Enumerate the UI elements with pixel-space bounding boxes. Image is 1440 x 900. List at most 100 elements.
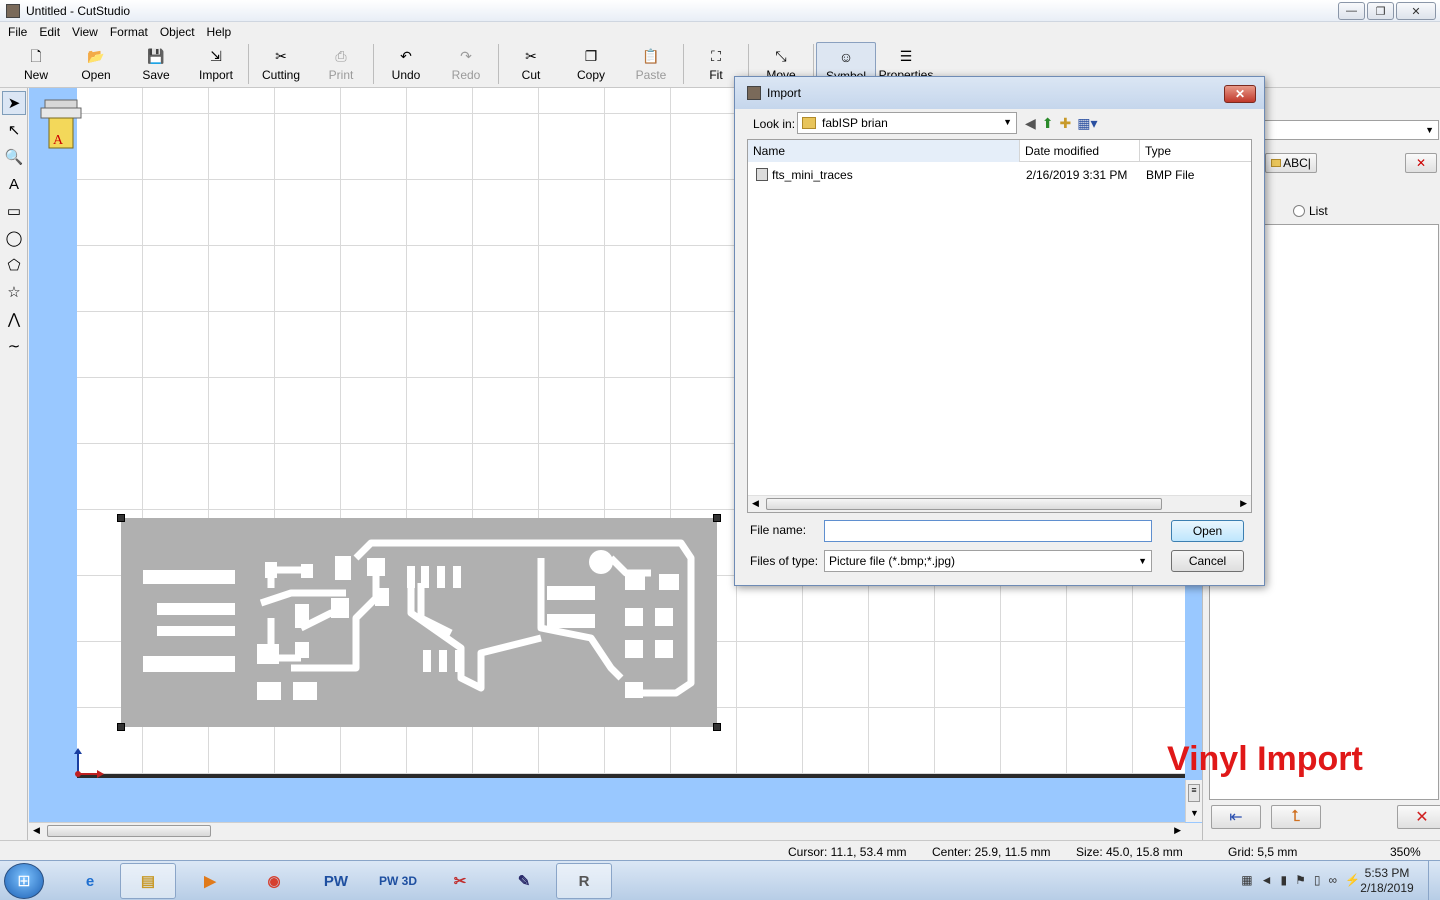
menu-edit[interactable]: Edit	[33, 25, 66, 39]
ellipse-tool-icon[interactable]: ◯	[2, 226, 26, 250]
symbol-category-dropdown[interactable]: ▼	[1263, 120, 1439, 140]
edit-node-icon[interactable]: ↖	[2, 118, 26, 142]
file-list-scroll-thumb[interactable]	[766, 498, 1162, 510]
delete-symbol-button[interactable]: ✕	[1405, 153, 1437, 173]
file-name-input[interactable]	[824, 520, 1152, 542]
up-folder-icon[interactable]: ⬆	[1042, 115, 1054, 132]
window-title: Untitled - CutStudio	[26, 3, 131, 18]
text-symbol-button[interactable]: ABC|	[1265, 153, 1317, 173]
list-item[interactable]: fts_mini_traces 2/16/2019 3:31 PM BMP Fi…	[748, 166, 1251, 184]
move-icon: ⤡	[775, 48, 787, 64]
text-tool-icon[interactable]: A	[2, 172, 26, 196]
internet-explorer-icon[interactable]: e	[62, 863, 118, 899]
window-titlebar: Untitled - CutStudio — ❐ ✕	[0, 0, 1440, 22]
curve-tool-icon[interactable]: ∼	[2, 334, 26, 358]
dialog-close-button[interactable]: ✕	[1224, 85, 1256, 103]
toolbar-separator	[498, 44, 499, 84]
minimize-button[interactable]: —	[1338, 2, 1365, 20]
column-name[interactable]: Name	[748, 140, 1020, 162]
folder-icon	[1271, 159, 1282, 167]
toolbar-label: Copy	[576, 68, 605, 82]
toolbar-separator	[248, 44, 249, 84]
signal-icon[interactable]: ▮	[1281, 873, 1288, 887]
notes-app-icon[interactable]: ✎	[496, 863, 552, 899]
open-button[interactable]: 📂 Open	[66, 42, 126, 86]
save-button[interactable]: 💾 Save	[126, 42, 186, 86]
remove-symbol-button[interactable]: ✕	[1397, 805, 1440, 829]
fit-icon: ⛶	[711, 48, 721, 64]
polygon-tool-icon[interactable]: ⬠	[2, 253, 26, 277]
save-disk-icon: 💾	[147, 48, 165, 64]
sync-icon[interactable]: ∞	[1328, 873, 1337, 887]
column-type[interactable]: Type	[1140, 140, 1251, 162]
file-list[interactable]: Name Date modified Type fts_mini_traces …	[747, 139, 1252, 513]
rectangle-tool-icon[interactable]: ▭	[2, 199, 26, 223]
select-arrow-icon[interactable]: ➤	[2, 91, 26, 115]
menu-object[interactable]: Object	[154, 25, 201, 39]
view-menu-icon[interactable]: ▦▾	[1077, 115, 1097, 132]
redo-button[interactable]: ↷ Redo	[436, 42, 496, 86]
print-button[interactable]: ⎙ Print	[311, 42, 371, 86]
file-name: fts_mini_traces	[772, 168, 853, 182]
copy-button[interactable]: ❐ Copy	[561, 42, 621, 86]
media-player-icon[interactable]: ▶	[182, 863, 238, 899]
show-desktop-button[interactable]	[1428, 861, 1440, 900]
cut-button[interactable]: ✂ Cut	[501, 42, 561, 86]
toolbar-separator	[683, 44, 684, 84]
zoom-icon[interactable]: 🔍	[2, 145, 26, 169]
insert-symbol-button[interactable]: ⇤	[1211, 805, 1261, 829]
pw-app-icon[interactable]: PW	[308, 863, 364, 899]
volume-icon[interactable]: ◄	[1261, 873, 1273, 887]
new-button[interactable]: 🗋 New	[6, 42, 66, 86]
cutting-button[interactable]: ✂ Cutting	[251, 42, 311, 86]
selection-handle-bottom-left[interactable]	[117, 723, 125, 731]
open-button[interactable]: Open	[1171, 520, 1244, 542]
clock-date: 2/18/2019	[1360, 881, 1414, 895]
cancel-button[interactable]: Cancel	[1171, 550, 1244, 572]
new-folder-icon[interactable]: ✚	[1060, 115, 1072, 132]
undo-button[interactable]: ↶ Undo	[376, 42, 436, 86]
horizontal-scroll-thumb[interactable]	[47, 825, 211, 837]
selection-handle-top-right[interactable]	[713, 514, 721, 522]
maximize-button[interactable]: ❐	[1367, 2, 1394, 20]
cutting-app-icon[interactable]: ✂	[432, 863, 488, 899]
toolbar-label: New	[23, 68, 48, 82]
network-icon[interactable]: ▦	[1241, 873, 1252, 887]
canvas-vertical-scrollbar[interactable]: ≡ ▼	[1185, 780, 1202, 822]
battery-icon[interactable]: ▯	[1314, 873, 1321, 887]
import-button[interactable]: ⇲ Import	[186, 42, 246, 86]
pw3d-app-icon[interactable]: PW 3D	[370, 863, 426, 899]
toolbar-label: Paste	[635, 68, 667, 82]
file-name-label: File name:	[750, 523, 807, 537]
flag-icon[interactable]: ⚑	[1295, 873, 1306, 887]
selection-handle-bottom-right[interactable]	[713, 723, 721, 731]
menu-file[interactable]: File	[2, 25, 33, 39]
look-in-dropdown[interactable]: fabISP brian ▼	[797, 112, 1017, 134]
file-explorer-icon[interactable]: ▤	[120, 863, 176, 899]
menu-bar: File Edit View Format Object Help	[0, 22, 1440, 42]
menu-view[interactable]: View	[66, 25, 104, 39]
file-date: 2/16/2019 3:31 PM	[1026, 168, 1128, 182]
close-window-button[interactable]: ✕	[1396, 2, 1436, 20]
chrome-icon[interactable]: ◉	[246, 863, 302, 899]
polyline-tool-icon[interactable]: ⋀	[2, 307, 26, 331]
selection-handle-top-left[interactable]	[117, 514, 125, 522]
start-button[interactable]: ⊞	[4, 863, 44, 899]
file-list-scrollbar[interactable]: ◀ ▶	[748, 495, 1251, 512]
canvas-horizontal-scrollbar[interactable]: ◀ ▶	[29, 822, 1185, 839]
look-in-value: fabISP brian	[822, 116, 888, 130]
paste-button[interactable]: 📋 Paste	[621, 42, 681, 86]
system-tray: ▦ ◄ ▮ ⚑ ▯ ∞ ⚡	[1241, 873, 1360, 887]
system-clock[interactable]: 5:53 PM 2/18/2019	[1356, 866, 1418, 896]
files-of-type-label: Files of type:	[750, 554, 819, 568]
up-level-button[interactable]: ⮤	[1271, 805, 1321, 829]
cutstudio-app-icon[interactable]: R	[556, 863, 612, 899]
back-icon[interactable]: ◀	[1025, 115, 1036, 132]
files-of-type-select[interactable]: Picture file (*.bmp;*.jpg) ▼	[824, 550, 1152, 572]
list-view-radio[interactable]: List	[1293, 204, 1328, 218]
menu-format[interactable]: Format	[104, 25, 154, 39]
imported-pcb-traces[interactable]	[121, 518, 717, 727]
star-tool-icon[interactable]: ☆	[2, 280, 26, 304]
column-date-modified[interactable]: Date modified	[1020, 140, 1140, 162]
menu-help[interactable]: Help	[201, 25, 238, 39]
